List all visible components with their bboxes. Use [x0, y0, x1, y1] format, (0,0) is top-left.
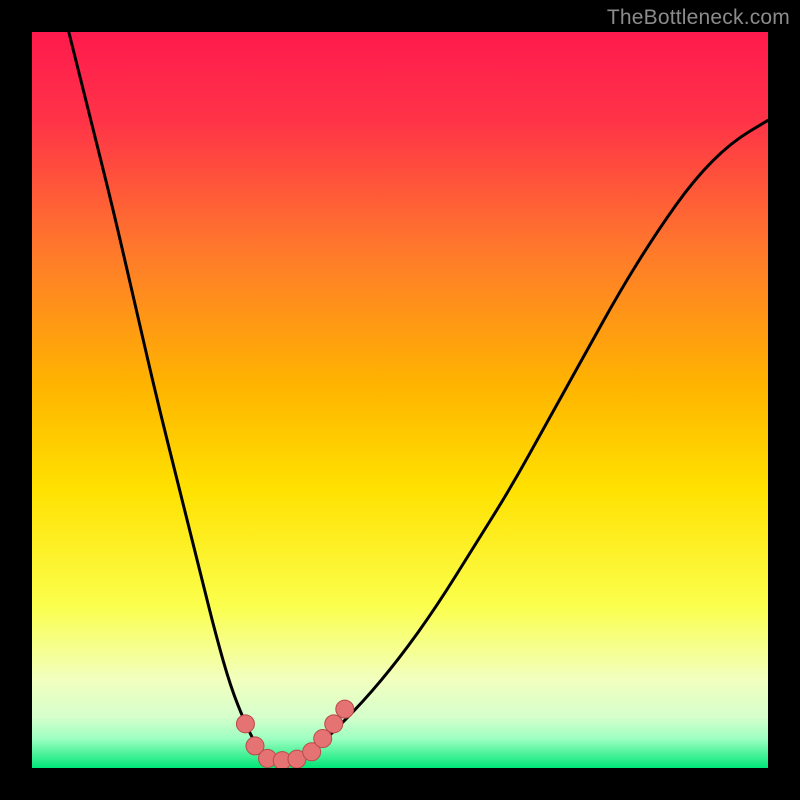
chart-svg: [32, 32, 768, 768]
marker-dot: [236, 715, 254, 733]
marker-dot: [314, 730, 332, 748]
marker-dot: [336, 700, 354, 718]
outer-frame: TheBottleneck.com: [0, 0, 800, 800]
marker-dot: [325, 715, 343, 733]
plot-area: [32, 32, 768, 768]
watermark-text: TheBottleneck.com: [607, 6, 790, 30]
